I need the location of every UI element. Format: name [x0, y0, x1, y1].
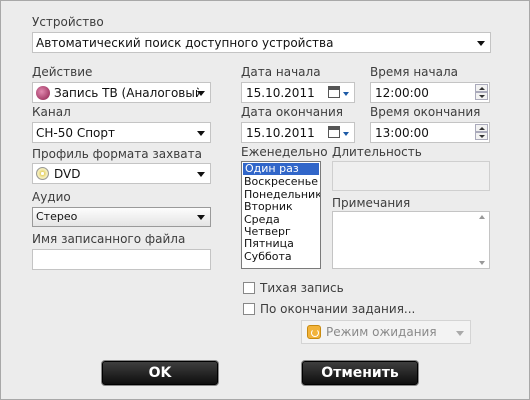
- start-date-value: 15.10.2011: [246, 86, 315, 100]
- finish-action-value: Режим ожидания: [326, 325, 437, 339]
- silent-record-label: Тихая запись: [260, 281, 344, 295]
- channel-value: CH-50 Спорт: [36, 126, 115, 140]
- calendar-icon[interactable]: [328, 126, 349, 138]
- action-select[interactable]: Запись ТВ (Аналоговый: [32, 82, 211, 103]
- device-select[interactable]: Автоматический поиск доступного устройст…: [32, 32, 491, 53]
- weekly-label: Еженедельно: [241, 145, 328, 159]
- chevron-down-icon: [477, 41, 485, 46]
- audio-value: Стерео: [36, 210, 78, 223]
- duration-field: [332, 161, 490, 191]
- ok-button[interactable]: OK: [102, 361, 218, 385]
- start-time-value: 12:00:00: [375, 86, 429, 100]
- duration-label: Длительность: [332, 145, 422, 159]
- start-date-label: Дата начала: [241, 65, 321, 79]
- end-date-picker[interactable]: 15.10.2011: [241, 122, 355, 143]
- action-label: Действие: [32, 65, 93, 79]
- start-date-picker[interactable]: 15.10.2011: [241, 82, 355, 103]
- silent-record-checkbox[interactable]: [243, 282, 255, 294]
- spinner-icon[interactable]: [475, 124, 488, 141]
- end-date-value: 15.10.2011: [246, 126, 315, 140]
- profile-value: DVD: [54, 167, 81, 181]
- notes-label: Примечания: [332, 196, 411, 210]
- schedule-dialog: Устройство Автоматический поиск доступно…: [0, 0, 530, 400]
- scroll-down-icon[interactable]: [479, 261, 485, 265]
- end-time-input[interactable]: 13:00:00: [370, 122, 490, 143]
- audio-label: Аудио: [32, 190, 71, 204]
- filename-label: Имя записанного файла: [32, 232, 186, 246]
- on-finish-label: По окончании задания...: [260, 302, 416, 316]
- weekly-item[interactable]: Вторник: [242, 200, 320, 213]
- power-icon: [307, 325, 321, 339]
- channel-select[interactable]: CH-50 Спорт: [32, 122, 211, 143]
- weekly-listbox[interactable]: Один раз Воскресенье Понедельник Вторник…: [241, 161, 321, 269]
- chevron-down-icon: [197, 91, 205, 96]
- weekly-item[interactable]: Суббота: [242, 250, 320, 263]
- finish-action-select[interactable]: Режим ожидания: [301, 320, 471, 344]
- chevron-down-icon: [197, 172, 205, 177]
- scroll-up-icon[interactable]: [479, 215, 485, 219]
- chevron-down-icon: [456, 331, 464, 336]
- weekly-item[interactable]: Воскресенье: [242, 176, 320, 188]
- profile-label: Профиль формата захвата: [32, 147, 202, 161]
- device-value: Автоматический поиск доступного устройст…: [36, 36, 334, 50]
- record-tv-icon: [36, 86, 50, 100]
- notes-textarea[interactable]: [332, 211, 490, 269]
- weekly-item[interactable]: Пятница: [242, 238, 320, 250]
- start-time-input[interactable]: 12:00:00: [370, 82, 490, 103]
- end-time-value: 13:00:00: [375, 126, 429, 140]
- chevron-down-icon: [197, 215, 205, 220]
- audio-select[interactable]: Стерео: [32, 207, 211, 227]
- weekly-item[interactable]: Один раз: [243, 162, 319, 176]
- channel-label: Канал: [32, 105, 71, 119]
- end-time-label: Время окончания: [370, 105, 481, 119]
- chevron-down-icon: [197, 131, 205, 136]
- dvd-disc-icon: [36, 167, 49, 180]
- start-time-label: Время начала: [370, 65, 458, 79]
- spinner-icon[interactable]: [475, 84, 488, 101]
- on-finish-checkbox[interactable]: [243, 303, 255, 315]
- end-date-label: Дата окончания: [241, 105, 343, 119]
- device-label: Устройство: [32, 15, 104, 29]
- filename-input[interactable]: [32, 249, 211, 270]
- cancel-button[interactable]: Отменить: [302, 361, 418, 385]
- action-value: Запись ТВ (Аналоговый: [54, 86, 199, 100]
- profile-select[interactable]: DVD: [32, 163, 211, 184]
- calendar-icon[interactable]: [328, 86, 349, 98]
